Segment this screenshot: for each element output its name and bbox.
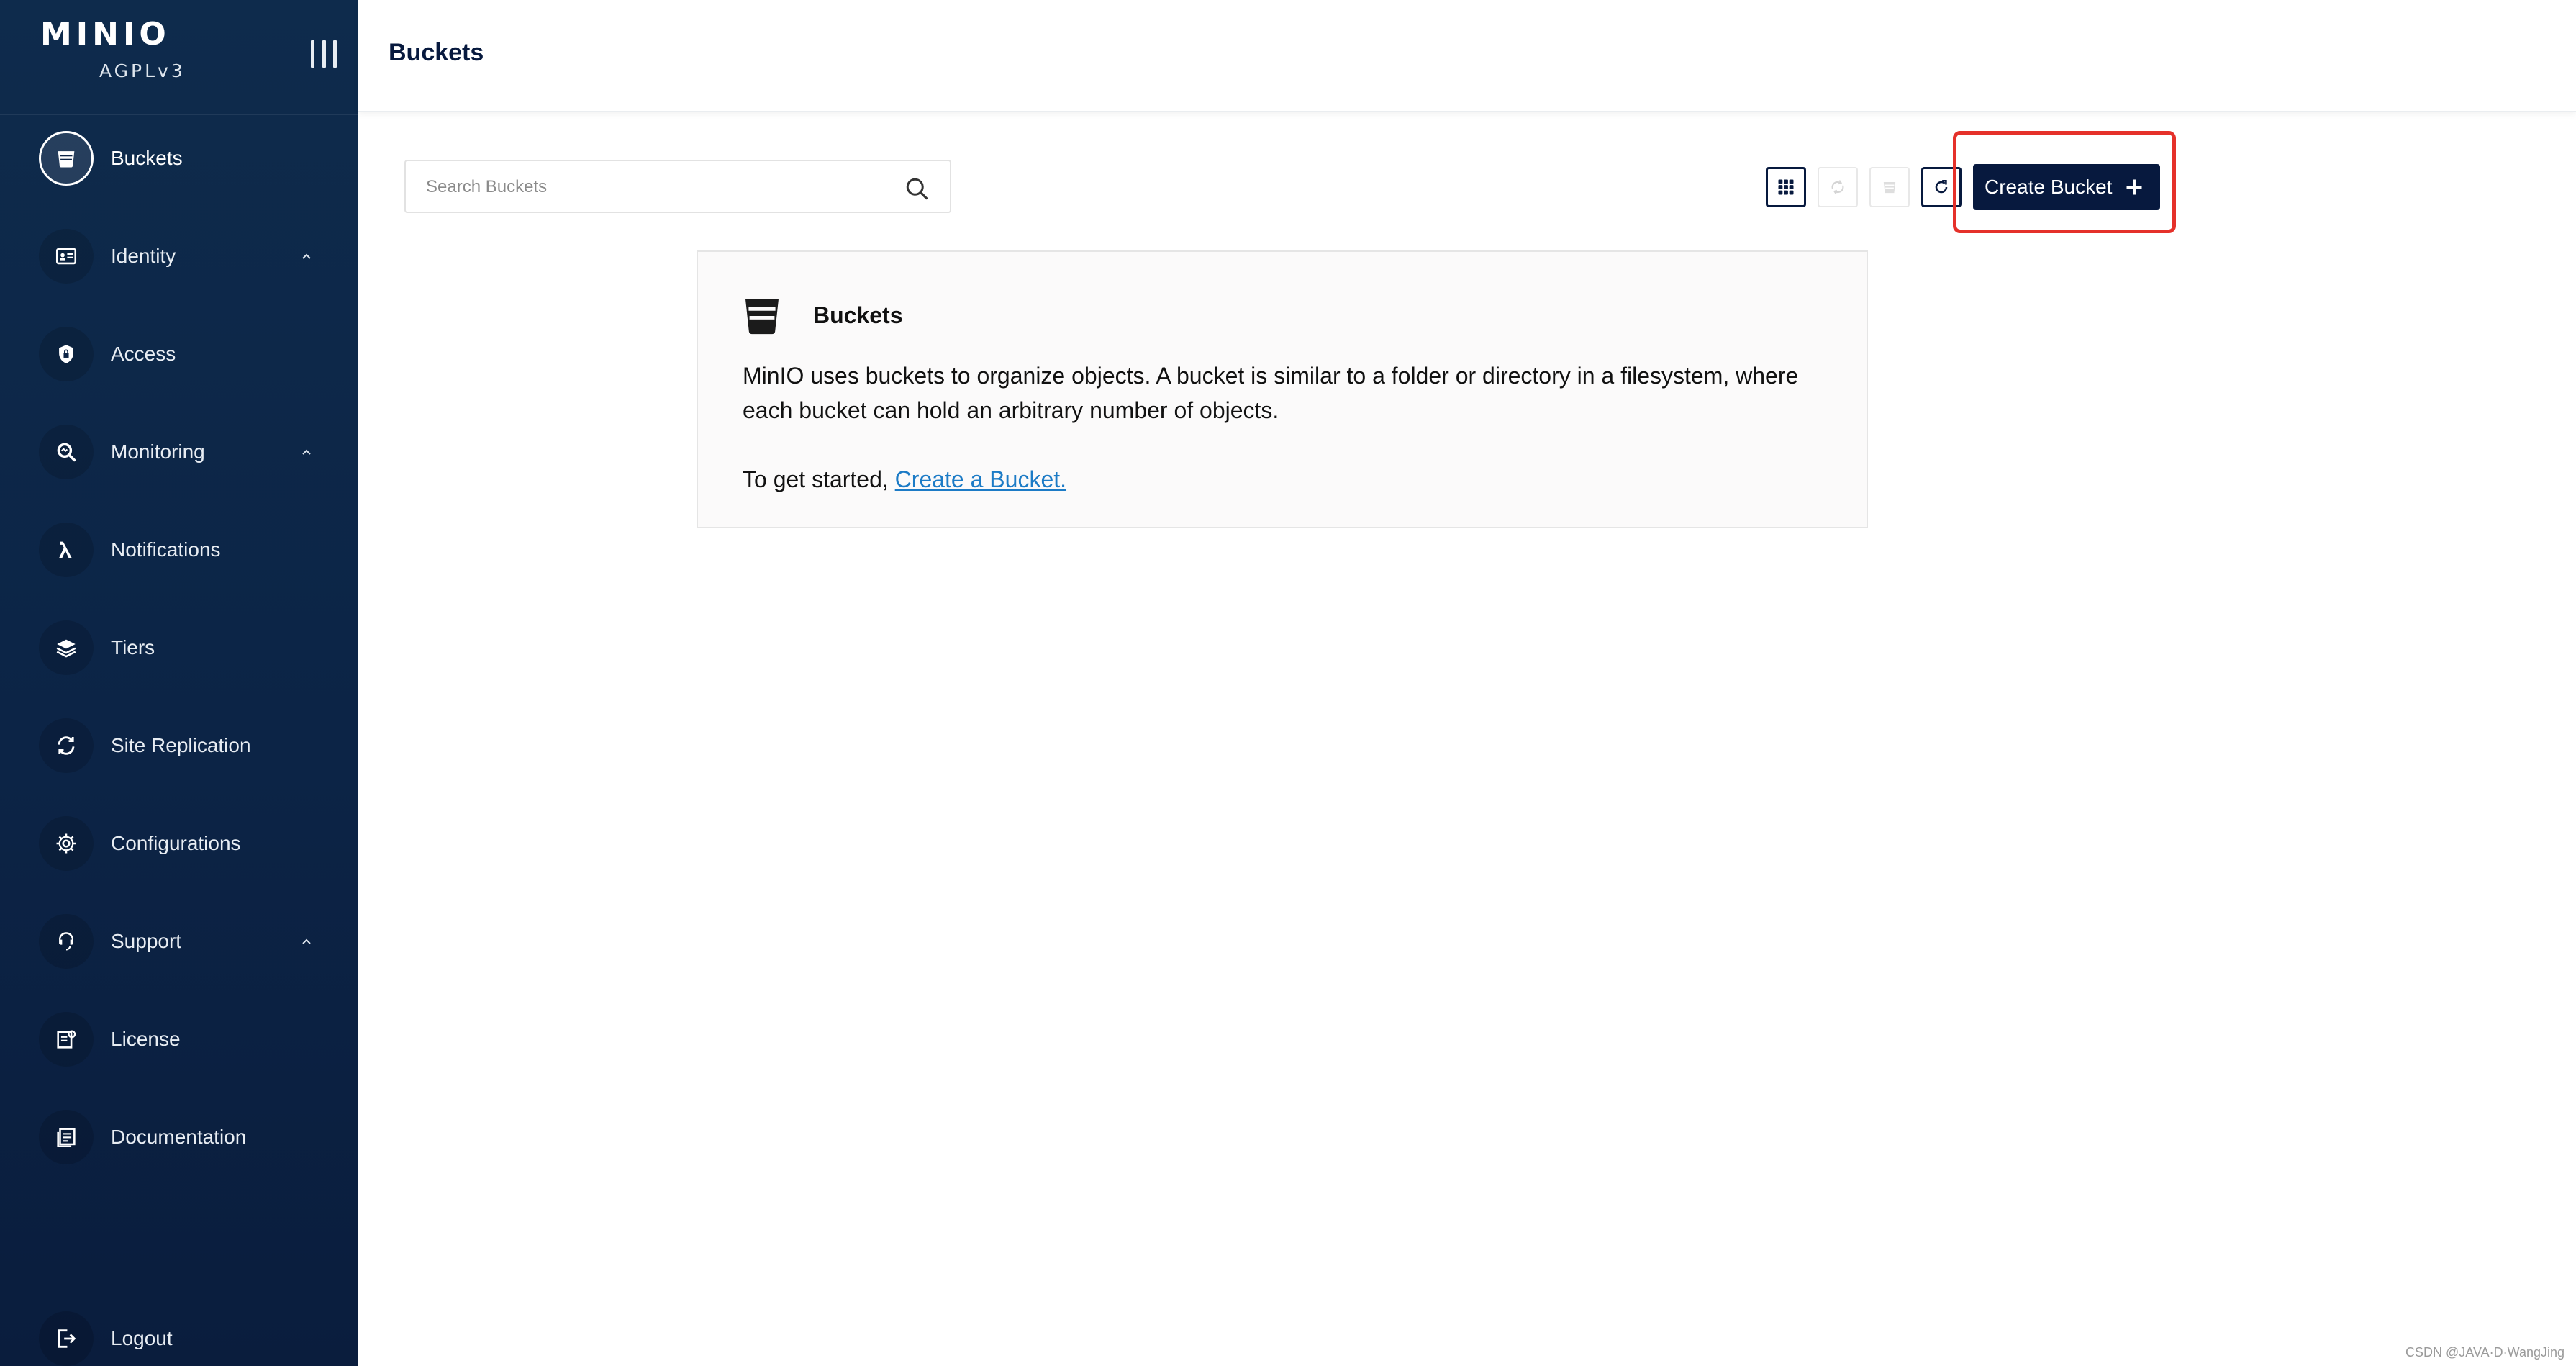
select-multiple-button[interactable] [1766,167,1806,207]
sidebar-item-notifications[interactable]: Notifications [39,521,341,579]
support-icon [39,914,94,969]
search-input[interactable] [426,171,886,203]
lambda-icon [39,523,94,577]
sidebar-item-label: Buckets [111,147,183,169]
sidebar-item-site-replication[interactable]: Site Replication [39,717,341,774]
sidebar-collapse-button[interactable] [311,40,337,69]
card-get-started: To get started, Create a Bucket. [743,462,1066,497]
magnifier-icon [39,425,94,479]
refresh-button[interactable] [1921,167,1962,207]
sidebar-item-tiers[interactable]: Tiers [39,619,341,677]
shield-lock-icon [39,327,94,381]
documentation-icon [39,1110,94,1164]
sidebar-item-label: Identity [111,245,176,267]
card-title: Buckets [813,302,903,328]
bucket-replicate-icon [1883,182,1896,194]
sidebar-item-logout[interactable]: Logout [39,1310,341,1366]
sidebar-item-monitoring[interactable]: Monitoring [39,423,341,481]
chevron-up-icon [302,449,311,455]
sidebar-item-license[interactable]: License [39,1010,341,1068]
brand: MINIO AGPLv3 [40,19,199,91]
sidebar-item-label: Access [111,343,176,365]
license-icon [39,1012,94,1067]
sidebar-item-configurations[interactable]: Configurations [39,815,341,872]
sidebar: MINIO AGPLv3 Buckets Identity Access Mon… [0,0,358,1366]
replication-icon [39,718,94,773]
id-card-icon [39,229,94,284]
page-header: Buckets [358,0,2576,112]
grid-icon [1778,179,1794,195]
sidebar-divider [0,114,358,115]
get-started-prefix: To get started, [743,466,895,492]
sidebar-item-support[interactable]: Support [39,913,341,970]
buckets-help-card: Buckets MinIO uses buckets to organize o… [697,250,1868,528]
layers-icon [39,620,94,675]
sidebar-item-documentation[interactable]: Documentation [39,1108,341,1166]
search-icon[interactable] [904,176,930,202]
create-bucket-link[interactable]: Create a Bucket. [895,466,1066,492]
minio-logo: MINIO [40,16,171,53]
page-title: Buckets [389,39,484,66]
sidebar-item-label: Configurations [111,832,241,854]
bucket-icon [745,299,779,335]
card-description: MinIO uses buckets to organize objects. … [743,363,1799,423]
watermark: CSDN @JAVA·D·WangJing [2405,1345,2564,1360]
create-bucket-label: Create Bucket [1985,176,2113,198]
chevron-up-icon [302,253,311,259]
sidebar-item-label: Notifications [111,538,221,561]
edition-label: AGPLv3 [99,60,186,81]
sidebar-item-access[interactable]: Access [39,325,341,383]
refresh-icon [1935,179,1948,194]
sidebar-item-identity[interactable]: Identity [39,227,341,285]
chevron-up-icon [302,938,311,944]
plus-icon [2126,179,2142,195]
sidebar-item-label: Site Replication [111,734,251,756]
search-field[interactable] [404,160,951,213]
gear-icon [39,816,94,871]
sidebar-item-label: License [111,1028,181,1050]
logout-icon [39,1311,94,1366]
sidebar-item-label: Monitoring [111,440,205,463]
lifecycle-icon [1831,180,1844,194]
sidebar-item-buckets[interactable]: Buckets [39,130,341,187]
set-lifecycle-button[interactable] [1818,167,1858,207]
replicate-button[interactable] [1869,167,1910,207]
sidebar-item-label: Logout [111,1327,173,1349]
sidebar-item-label: Support [111,930,182,952]
sidebar-item-label: Documentation [111,1126,247,1148]
bucket-icon [39,131,94,186]
sidebar-item-label: Tiers [111,636,155,659]
create-bucket-button[interactable]: Create Bucket [1973,164,2160,210]
